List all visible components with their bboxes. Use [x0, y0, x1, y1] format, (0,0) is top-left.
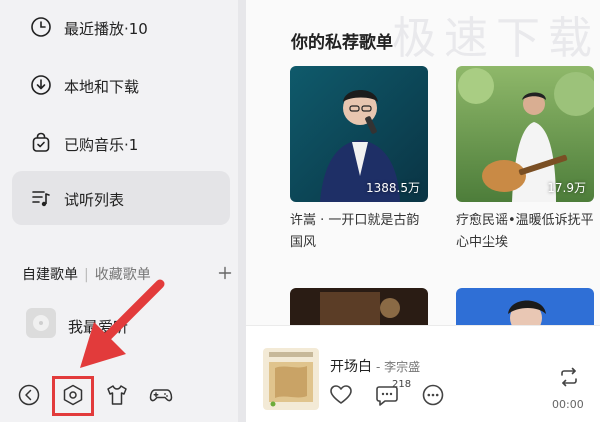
playback-time: 00:00 [552, 398, 584, 411]
playlist-cover [26, 308, 56, 338]
sidebar-item-label: 最近播放·10 [64, 20, 148, 38]
album-cover[interactable] [263, 348, 319, 410]
comment-count: 218 [392, 379, 412, 390]
sidebar-item-trial-list[interactable]: 试听列表 [12, 171, 230, 225]
bag-icon [32, 132, 50, 152]
playlist-cover-image [290, 288, 428, 326]
download-icon [31, 75, 51, 95]
back-icon[interactable] [16, 382, 42, 408]
music-note-icon [33, 315, 49, 331]
sidebar-item-label: 已购音乐·1 [64, 136, 139, 154]
clock-icon [31, 17, 51, 37]
playlist-card[interactable]: 1388.5万 [290, 66, 428, 202]
section-title: 你的私荐歌单 [291, 33, 393, 53]
more-options-icon[interactable] [420, 382, 446, 408]
song-title: 开场白 [330, 359, 372, 375]
artist-name[interactable]: - 李宗盛 [376, 360, 420, 374]
sidebar-item-label: 本地和下载 [64, 78, 140, 96]
sidebar-divider[interactable] [238, 0, 246, 422]
red-arrow-icon [80, 279, 165, 368]
now-playing[interactable]: 开场白 - 李宗盛 [330, 356, 420, 376]
playlist-cover-image [456, 288, 594, 326]
playlist-card[interactable]: 17.9万 [456, 66, 594, 202]
playlist-card-title[interactable]: 许嵩 · 一开口就是古韵国风 [290, 210, 430, 254]
playlist-card[interactable] [456, 288, 594, 326]
watermark: 极速下载 [392, 13, 600, 64]
sidebar-item-label: 试听列表 [64, 191, 125, 209]
like-heart-icon[interactable] [328, 382, 354, 408]
album-art-image [263, 348, 319, 410]
add-playlist-icon[interactable] [218, 266, 232, 280]
playlist-card[interactable] [290, 288, 428, 326]
sidebar-item-purchased[interactable]: 已购音乐·1 [12, 116, 230, 170]
repeat-icon[interactable] [556, 364, 582, 390]
sidebar-item-recent[interactable]: 最近播放·10 [12, 0, 230, 54]
play-count-badge: 17.9万 [547, 181, 586, 195]
sidebar-item-local-download[interactable]: 本地和下载 [12, 58, 230, 112]
playlist-icon [32, 191, 50, 207]
playlist-card-title[interactable]: 疗愈民谣•温暖低诉抚平心中尘埃 [456, 210, 596, 254]
play-count-badge: 1388.5万 [366, 181, 420, 195]
